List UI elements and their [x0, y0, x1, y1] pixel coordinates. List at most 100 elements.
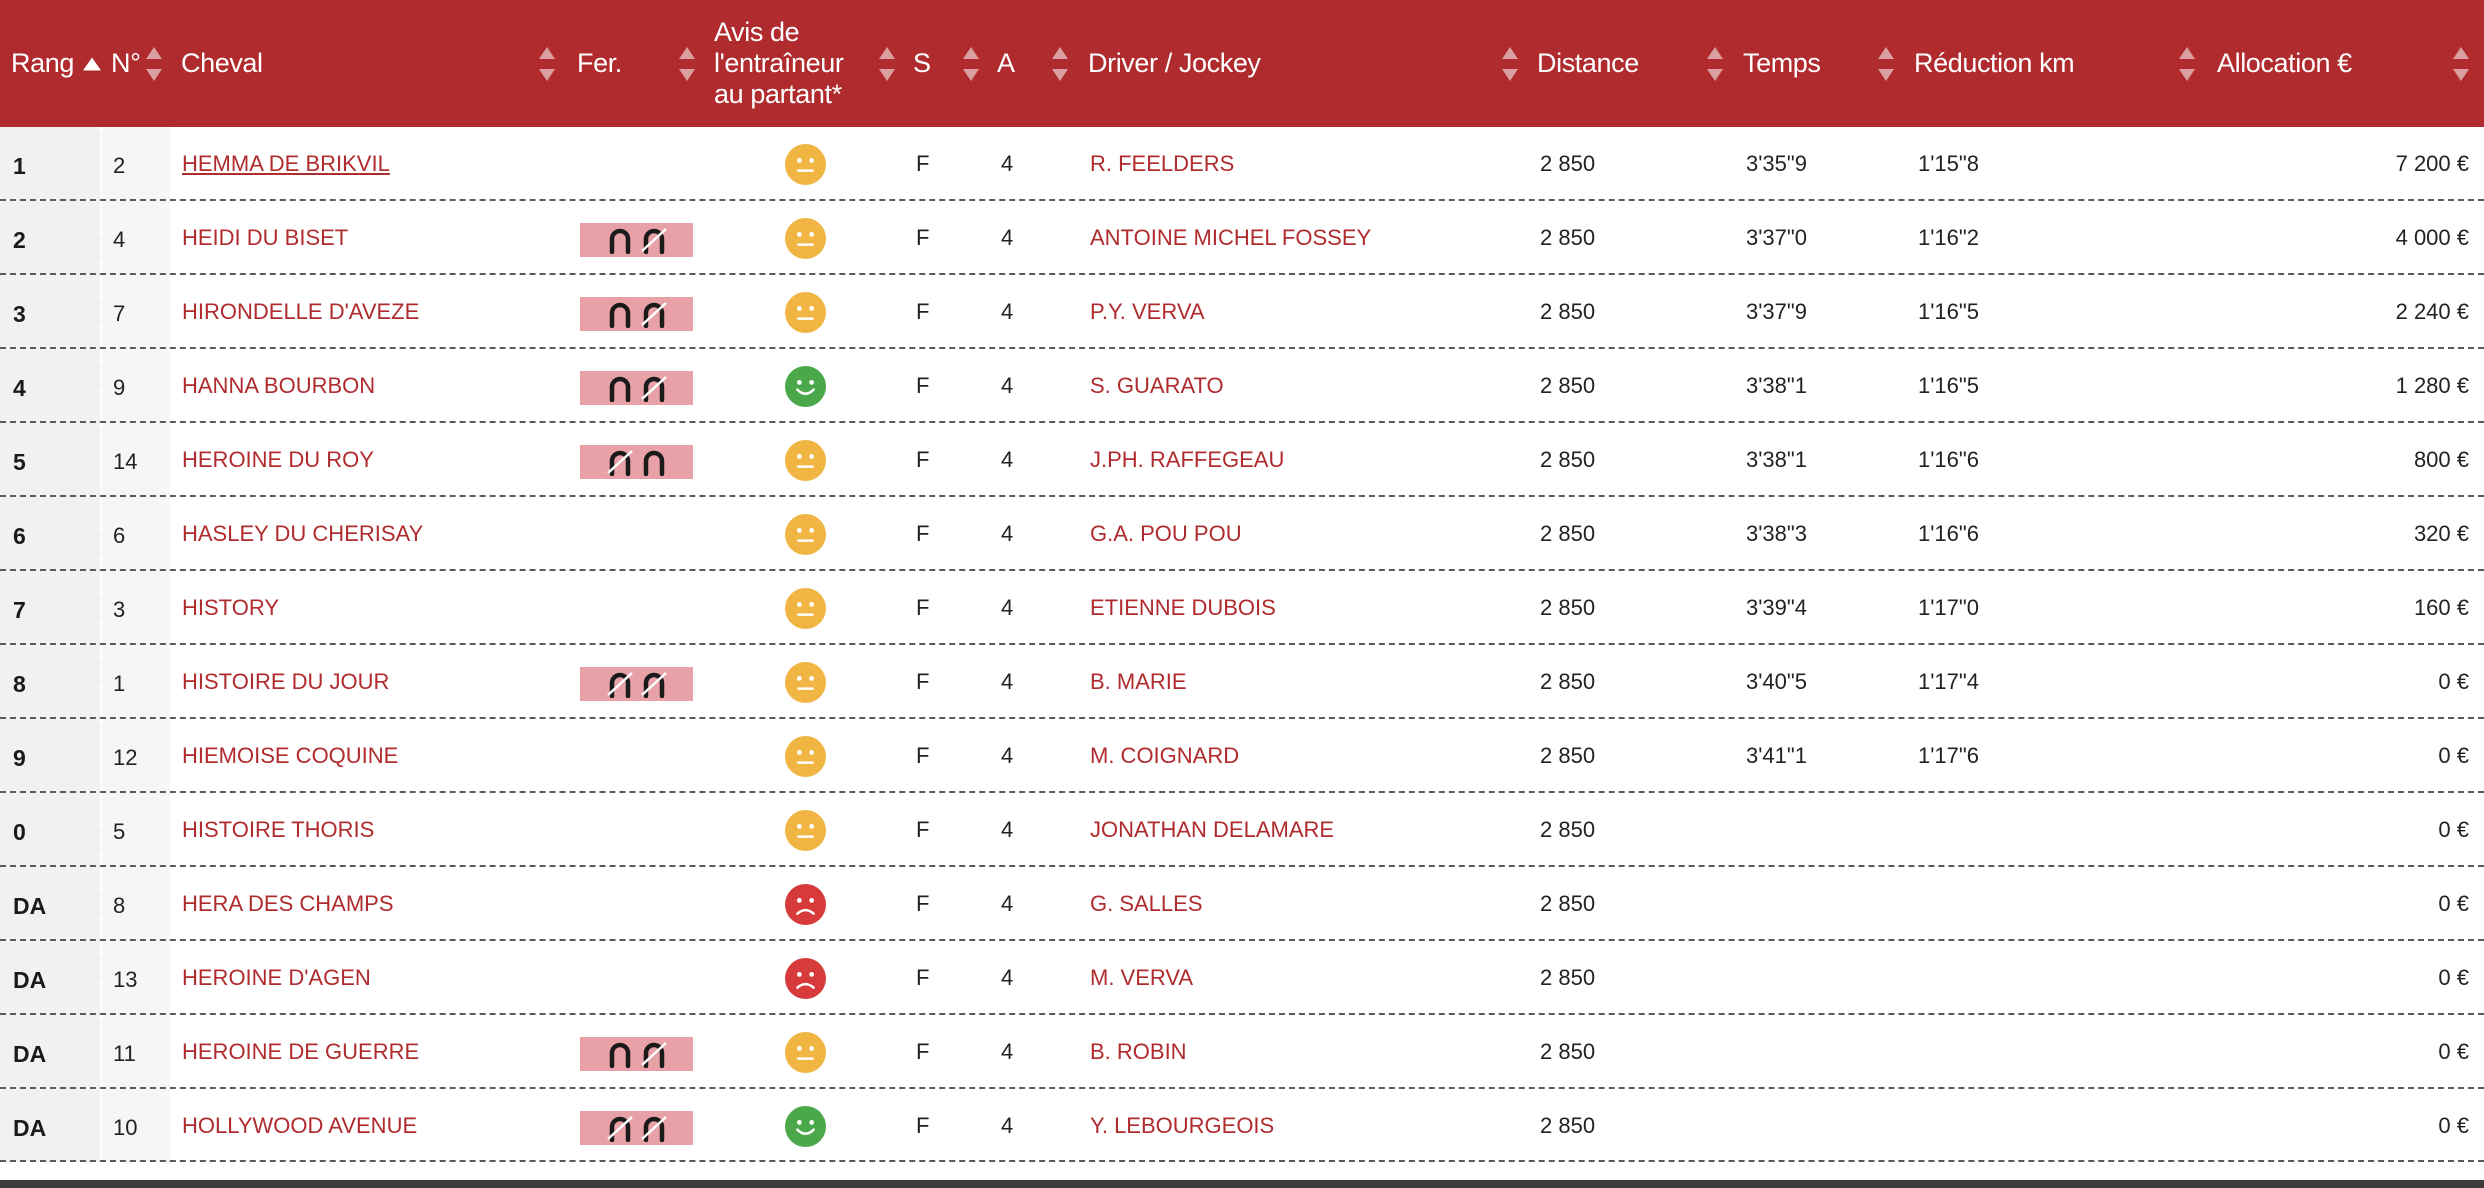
- column-divider: [170, 497, 172, 571]
- distance-cell: 2 850: [1540, 743, 1596, 768]
- sort-icon[interactable]: [146, 46, 162, 81]
- sort-icon[interactable]: [539, 46, 555, 81]
- column-divider: [100, 127, 102, 201]
- col-header-fer[interactable]: Fer.: [577, 0, 622, 127]
- horse-link[interactable]: HANNA BOURBON: [182, 349, 375, 423]
- horse-link[interactable]: HEROINE DE GUERRE: [182, 1015, 419, 1089]
- driver-link[interactable]: P.Y. VERVA: [1090, 275, 1205, 349]
- driver-link[interactable]: S. GUARATO: [1090, 349, 1224, 423]
- mood-positive-icon: [785, 366, 826, 407]
- distance-cell: 2 850: [1540, 669, 1596, 694]
- driver-link[interactable]: ETIENNE DUBOIS: [1090, 571, 1276, 645]
- driver-link[interactable]: B. ROBIN: [1090, 1015, 1187, 1089]
- shoe-badge: [580, 223, 693, 257]
- age-cell: 4: [1001, 521, 1014, 546]
- sort-icon[interactable]: [963, 46, 979, 81]
- driver-link[interactable]: J.PH. RAFFEGEAU: [1090, 423, 1284, 497]
- rang-cell: DA: [13, 967, 47, 993]
- table-row: 5 14 HEROINE DU ROY F 4 J.PH. RAFFEGEAU …: [0, 423, 2484, 497]
- table-row: DA 8 HERA DES CHAMPS F 4 G. SALLES 2 850…: [0, 867, 2484, 941]
- col-header-rang[interactable]: Rang: [11, 0, 74, 127]
- horse-link[interactable]: HEMMA DE BRIKVIL: [182, 127, 390, 201]
- distance-cell: 2 850: [1540, 373, 1596, 398]
- driver-link[interactable]: R. FEELDERS: [1090, 127, 1234, 201]
- sort-icon[interactable]: [1052, 46, 1068, 81]
- mood-neutral-icon: [785, 514, 826, 555]
- sexe-cell: F: [916, 891, 930, 916]
- driver-link[interactable]: M. COIGNARD: [1090, 719, 1239, 793]
- sexe-cell: F: [916, 373, 930, 398]
- horse-link[interactable]: HISTORY: [182, 571, 279, 645]
- mood-negative-icon: [785, 884, 826, 925]
- col-header-driver[interactable]: Driver / Jockey: [1088, 0, 1261, 127]
- col-header-cheval[interactable]: Cheval: [181, 0, 263, 127]
- reduction-cell: 1'16"5: [1918, 373, 1979, 398]
- col-header-temps[interactable]: Temps: [1743, 0, 1821, 127]
- driver-link[interactable]: JONATHAN DELAMARE: [1090, 793, 1334, 867]
- horse-link[interactable]: HOLLYWOOD AVENUE: [182, 1089, 417, 1162]
- age-cell: 4: [1001, 1039, 1014, 1064]
- driver-link[interactable]: B. MARIE: [1090, 645, 1187, 719]
- horse-link[interactable]: HIEMOISE COQUINE: [182, 719, 398, 793]
- col-header-sexe[interactable]: S: [913, 0, 931, 127]
- driver-link[interactable]: M. VERVA: [1090, 941, 1193, 1015]
- col-header-avis[interactable]: Avis de l'entraîneur au partant*: [714, 0, 874, 127]
- driver-link[interactable]: G.A. POU POU: [1090, 497, 1242, 571]
- driver-link[interactable]: Y. LEBOURGEOIS: [1090, 1089, 1274, 1162]
- horse-link[interactable]: HEROINE DU ROY: [182, 423, 374, 497]
- allocation-cell: 0 €: [2438, 891, 2469, 916]
- col-header-allocation[interactable]: Allocation €: [2217, 0, 2352, 127]
- col-header-age[interactable]: A: [997, 0, 1015, 127]
- allocation-cell: 1 280 €: [2395, 373, 2469, 398]
- mood-neutral-icon: [785, 292, 826, 333]
- unshod-icon: [640, 376, 667, 402]
- horse-link[interactable]: HEIDI DU BISET: [182, 201, 348, 275]
- num-cell-bg: [100, 275, 170, 349]
- sort-icon[interactable]: [1707, 46, 1723, 81]
- results-table: Rang N° Cheval Fer. Avis de l'entraîneur…: [0, 0, 2484, 1188]
- shoe-badge: [580, 667, 693, 701]
- distance-cell: 2 850: [1540, 595, 1596, 620]
- temps-cell: 3'37"9: [1746, 299, 1807, 324]
- horse-link[interactable]: HEROINE D'AGEN: [182, 941, 371, 1015]
- sort-icon[interactable]: [2179, 46, 2195, 81]
- sort-asc-active-icon[interactable]: [83, 57, 101, 70]
- table-row: 6 6 HASLEY DU CHERISAY F 4 G.A. POU POU …: [0, 497, 2484, 571]
- horse-link[interactable]: HASLEY DU CHERISAY: [182, 497, 423, 571]
- driver-link[interactable]: G. SALLES: [1090, 867, 1203, 941]
- unshod-icon: [640, 1042, 667, 1068]
- unshod-icon: [640, 228, 667, 254]
- distance-cell: 2 850: [1540, 891, 1596, 916]
- age-cell: 4: [1001, 373, 1014, 398]
- unshod-icon: [606, 1116, 633, 1142]
- allocation-cell: 0 €: [2438, 817, 2469, 842]
- mood-neutral-icon: [785, 440, 826, 481]
- distance-cell: 2 850: [1540, 447, 1596, 472]
- sort-icon[interactable]: [879, 46, 895, 81]
- rang-cell: 8: [13, 671, 26, 697]
- sort-icon[interactable]: [679, 46, 695, 81]
- column-divider: [170, 571, 172, 645]
- horse-link[interactable]: HIRONDELLE D'AVEZE: [182, 275, 419, 349]
- shoe-badge: [580, 445, 693, 479]
- driver-link[interactable]: ANTOINE MICHEL FOSSEY: [1090, 201, 1371, 275]
- mood-neutral-icon: [785, 218, 826, 259]
- num-cell-bg: [100, 793, 170, 867]
- sort-icon[interactable]: [1502, 46, 1518, 81]
- col-header-distance[interactable]: Distance: [1537, 0, 1639, 127]
- column-divider: [170, 127, 172, 201]
- horse-link[interactable]: HISTOIRE THORIS: [182, 793, 374, 867]
- table-row: DA 10 HOLLYWOOD AVENUE F 4 Y. LEBOURGEOI…: [0, 1089, 2484, 1162]
- col-header-reduction[interactable]: Réduction km: [1914, 0, 2075, 127]
- rang-cell: 2: [13, 227, 26, 253]
- horse-link[interactable]: HERA DES CHAMPS: [182, 867, 394, 941]
- sort-icon[interactable]: [2453, 46, 2469, 81]
- column-divider: [100, 867, 102, 941]
- mood-neutral-icon: [785, 662, 826, 703]
- num-cell: 1: [113, 671, 126, 696]
- column-divider: [100, 793, 102, 867]
- col-header-num[interactable]: N°: [111, 0, 141, 127]
- horse-link[interactable]: HISTOIRE DU JOUR: [182, 645, 389, 719]
- table-row: 4 9 HANNA BOURBON F 4 S. GUARATO 2 850 3…: [0, 349, 2484, 423]
- sort-icon[interactable]: [1878, 46, 1894, 81]
